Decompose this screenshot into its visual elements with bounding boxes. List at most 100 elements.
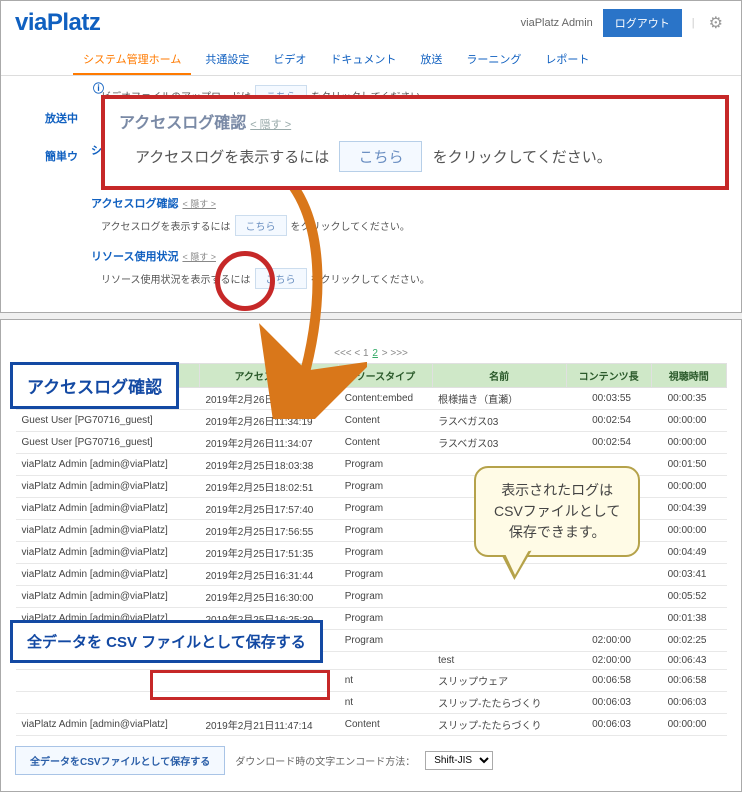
nav-item-5[interactable]: ラーニング: [456, 45, 531, 75]
cell: Program: [339, 498, 432, 520]
nav-item-3[interactable]: ドキュメント: [320, 45, 406, 75]
cell: 00:01:50: [651, 454, 727, 476]
table-row: viaPlatz Admin [admin@viaPlatz]2019年2月25…: [16, 586, 727, 608]
gear-icon[interactable]: ⚙: [705, 13, 727, 33]
user-label: viaPlatz Admin: [521, 17, 593, 29]
cell: [432, 564, 566, 586]
cell: 2019年2月25日17:51:35: [199, 542, 338, 564]
speech-bubble: 表示されたログは CSVファイルとして 保存できます。: [474, 466, 640, 557]
cell: Program: [339, 542, 432, 564]
cell: 2019年2月21日11:47:14: [199, 714, 338, 736]
logout-button[interactable]: ログアウト: [603, 9, 682, 37]
callout-text: アクセスログを表示するには こちら をクリックしてください。: [119, 141, 711, 172]
cell: viaPlatz Admin [admin@viaPlatz]: [16, 476, 200, 498]
cell: test: [432, 652, 566, 670]
cell: [566, 586, 651, 608]
cell: 2019年2月25日17:57:40: [199, 498, 338, 520]
pagination: <<< < 1 2 > >>>: [1, 342, 741, 363]
cell: Program: [339, 586, 432, 608]
page-link[interactable]: 2: [372, 348, 378, 359]
table-row: Guest User [PG70716_guest]2019年2月26日11:3…: [16, 432, 727, 454]
cell: 00:04:39: [651, 498, 727, 520]
cell: [432, 586, 566, 608]
hide-link[interactable]: < 隠す >: [250, 119, 291, 131]
cell: 00:03:41: [651, 564, 727, 586]
info-icon: ⓘ: [93, 80, 104, 96]
cell: 00:00:00: [651, 410, 727, 432]
header: viaPlatz viaPlatz Admin ログアウト | ⚙: [1, 1, 741, 41]
cell: Content: [339, 714, 432, 736]
cell: 02:00:00: [566, 630, 651, 652]
side-label-easy: 簡単ウ: [45, 148, 78, 164]
cell: Program: [339, 454, 432, 476]
cell: [432, 630, 566, 652]
cell: viaPlatz Admin [admin@viaPlatz]: [16, 520, 200, 542]
kochira-button[interactable]: こちら: [235, 215, 287, 236]
cell: 00:00:00: [651, 520, 727, 542]
cell: viaPlatz Admin [admin@viaPlatz]: [16, 586, 200, 608]
cell: viaPlatz Admin [admin@viaPlatz]: [16, 498, 200, 520]
title-box-csv: 全データを CSV ファイルとして保存する: [10, 620, 323, 663]
nav-item-6[interactable]: レポート: [535, 45, 599, 75]
cell: 00:06:03: [566, 714, 651, 736]
cell: 00:02:54: [566, 432, 651, 454]
cell: Program: [339, 476, 432, 498]
encoding-label: ダウンロード時の文字エンコード方法：: [235, 753, 415, 768]
cell: Content: [339, 432, 432, 454]
encoding-select[interactable]: Shift-JIS: [425, 751, 493, 770]
cell: viaPlatz Admin [admin@viaPlatz]: [16, 564, 200, 586]
callout-title: アクセスログ確認< 隠す >: [119, 109, 711, 133]
nav-item-2[interactable]: ビデオ: [263, 45, 316, 75]
csv-highlight-box: [150, 670, 330, 700]
top-panel: viaPlatz viaPlatz Admin ログアウト | ⚙ システム管理…: [0, 0, 742, 313]
cell: [432, 608, 566, 630]
cell: viaPlatz Admin [admin@viaPlatz]: [16, 454, 200, 476]
cell: Content: [339, 410, 432, 432]
cell: 00:06:43: [651, 652, 727, 670]
cell: 00:05:52: [651, 586, 727, 608]
nav-tabs: システム管理ホーム共通設定ビデオドキュメント放送ラーニングレポート: [1, 41, 741, 76]
column-header: 名前: [432, 364, 566, 388]
table-row: viaPlatz Admin [admin@viaPlatz]2019年2月25…: [16, 564, 727, 586]
table-row: ntスリップウェア00:06:5800:06:58: [16, 670, 727, 692]
cell: 02:00:00: [566, 652, 651, 670]
logo: viaPlatz: [15, 9, 100, 37]
csv-save-button[interactable]: 全データをCSVファイルとして保存する: [15, 746, 225, 775]
nav-item-0[interactable]: システム管理ホーム: [73, 45, 191, 75]
nav-item-1[interactable]: 共通設定: [195, 45, 259, 75]
divider: |: [692, 17, 695, 29]
cell: 00:00:00: [651, 432, 727, 454]
cell: 2019年2月25日18:02:51: [199, 476, 338, 498]
cell: 2019年2月25日17:56:55: [199, 520, 338, 542]
cell: Program: [339, 564, 432, 586]
cell: [566, 608, 651, 630]
cell: 2019年2月25日18:03:38: [199, 454, 338, 476]
side-label-broadcast: 放送中: [45, 110, 78, 126]
cell: [339, 652, 432, 670]
cell: 00:00:00: [651, 476, 727, 498]
cell: Guest User [PG70716_guest]: [16, 410, 200, 432]
section-head: アクセスログ確認< 隠す >: [91, 195, 721, 211]
cell: ラスベガス03: [432, 410, 566, 432]
cell: Program: [339, 520, 432, 542]
callout-access-log: アクセスログ確認< 隠す > アクセスログを表示するには こちら をクリックして…: [101, 95, 729, 190]
cell: 00:03:55: [566, 388, 651, 410]
cell: 根様描き（直瀬）: [432, 388, 566, 410]
cell: 00:06:58: [651, 670, 727, 692]
column-header: コンテンツ長: [566, 364, 651, 388]
kochira-button[interactable]: こちら: [339, 141, 422, 172]
column-header: アクセスタイム: [199, 364, 338, 388]
instruction-line: アクセスログを表示するにはこちらをクリックしてください。: [101, 215, 721, 236]
cell: viaPlatz Admin [admin@viaPlatz]: [16, 542, 200, 564]
cell: viaPlatz Admin [admin@viaPlatz]: [16, 714, 200, 736]
cell: 2019年2月25日16:31:44: [199, 564, 338, 586]
cell: スリップウェア: [432, 670, 566, 692]
cell: 00:02:25: [651, 630, 727, 652]
nav-item-4[interactable]: 放送: [410, 45, 452, 75]
cell: 2019年2月26日11:36:06: [199, 388, 338, 410]
table-row: Guest User [PG70716_guest]2019年2月26日11:3…: [16, 410, 727, 432]
cell: 00:02:54: [566, 410, 651, 432]
cell: 00:00:00: [651, 714, 727, 736]
csv-row: 全データをCSVファイルとして保存する ダウンロード時の文字エンコード方法： S…: [15, 746, 727, 775]
cell: 00:06:58: [566, 670, 651, 692]
